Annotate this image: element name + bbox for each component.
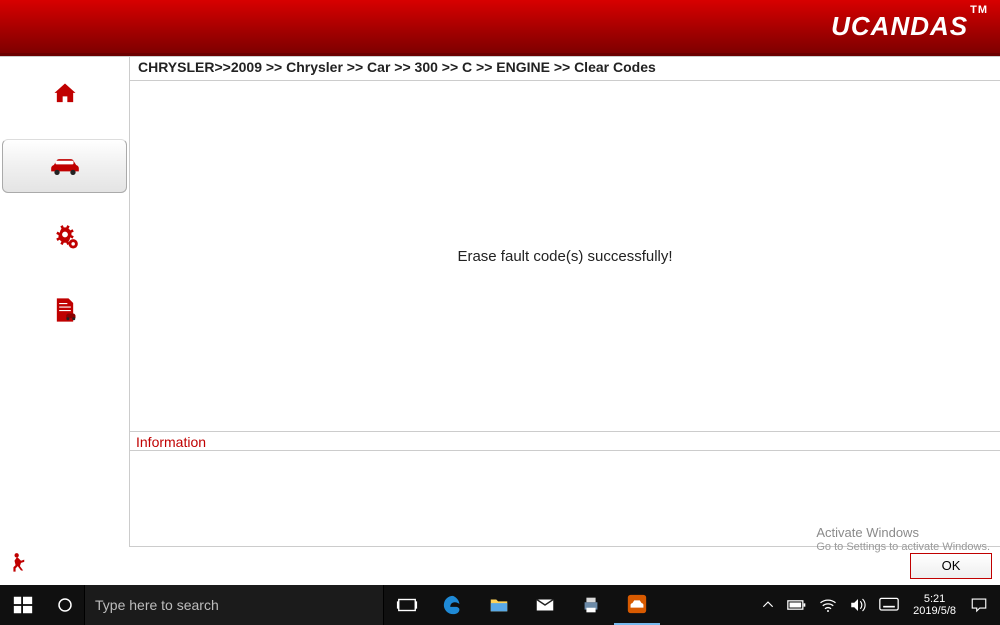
taskbar-apps [384, 585, 660, 625]
sidebar-item-home[interactable] [6, 67, 123, 121]
message-area: Erase fault code(s) successfully! [130, 81, 1000, 431]
windows-icon [12, 594, 34, 616]
brand-tm: TM [970, 4, 988, 16]
clock-time: 5:21 [913, 593, 956, 605]
clock-date: 2019/5/8 [913, 605, 956, 617]
start-button[interactable] [0, 585, 46, 625]
app-header: UCANDASTM [0, 0, 1000, 56]
task-view-icon [396, 594, 418, 616]
brand-logo: UCANDASTM [831, 11, 986, 42]
sidebar [0, 57, 130, 547]
sidebar-item-vehicle[interactable] [2, 139, 127, 193]
edge-icon [442, 594, 464, 616]
exit-icon [8, 551, 34, 577]
app-body: CHRYSLER>>2009 >> Chrysler >> Car >> 300… [0, 56, 1000, 547]
app-root: UCANDASTM [0, 0, 1000, 625]
battery-icon [787, 598, 807, 612]
ucandas-app-icon [626, 593, 648, 615]
printer-icon [580, 594, 602, 616]
taskbar-app-ucandas[interactable] [614, 585, 660, 625]
gear-icon [48, 224, 82, 252]
information-body [130, 451, 1000, 547]
tray-battery[interactable] [781, 598, 813, 612]
volume-icon [849, 597, 867, 613]
cortana-button[interactable] [46, 585, 84, 625]
system-tray: 5:21 2019/5/8 [755, 585, 1000, 625]
information-header: Information [130, 431, 1000, 451]
action-center-button[interactable] [964, 597, 994, 613]
tray-ime[interactable] [873, 597, 905, 613]
car-icon [48, 152, 82, 180]
sidebar-item-settings[interactable] [6, 211, 123, 265]
taskbar-app-mail[interactable] [522, 585, 568, 625]
breadcrumb: CHRYSLER>>2009 >> Chrysler >> Car >> 300… [130, 57, 1000, 81]
tray-volume[interactable] [843, 597, 873, 613]
taskbar-app-printer[interactable] [568, 585, 614, 625]
home-icon [48, 80, 82, 108]
mail-icon [534, 594, 556, 616]
ok-button[interactable]: OK [910, 553, 992, 579]
search-placeholder: Type here to search [95, 597, 219, 613]
brand-name: UCANDAS [831, 11, 968, 41]
taskbar-app-explorer[interactable] [476, 585, 522, 625]
sidebar-item-report[interactable] [6, 283, 123, 337]
report-icon [48, 296, 82, 324]
keyboard-icon [879, 597, 899, 613]
chevron-up-icon [761, 598, 775, 612]
folder-icon [488, 594, 510, 616]
wifi-icon [819, 598, 837, 612]
windows-taskbar: Type here to search [0, 585, 1000, 625]
main-panel: CHRYSLER>>2009 >> Chrysler >> Car >> 300… [130, 57, 1000, 547]
taskbar-search[interactable]: Type here to search [84, 585, 384, 625]
notification-icon [970, 597, 988, 613]
tray-wifi[interactable] [813, 598, 843, 612]
status-message: Erase fault code(s) successfully! [457, 248, 672, 265]
taskbar-clock[interactable]: 5:21 2019/5/8 [905, 593, 964, 617]
tray-overflow[interactable] [755, 598, 781, 612]
task-view-button[interactable] [384, 585, 430, 625]
exit-button[interactable] [8, 551, 34, 582]
taskbar-app-edge[interactable] [430, 585, 476, 625]
cortana-icon [56, 594, 74, 616]
app-footer: Activate Windows Go to Settings to activ… [0, 547, 1000, 585]
